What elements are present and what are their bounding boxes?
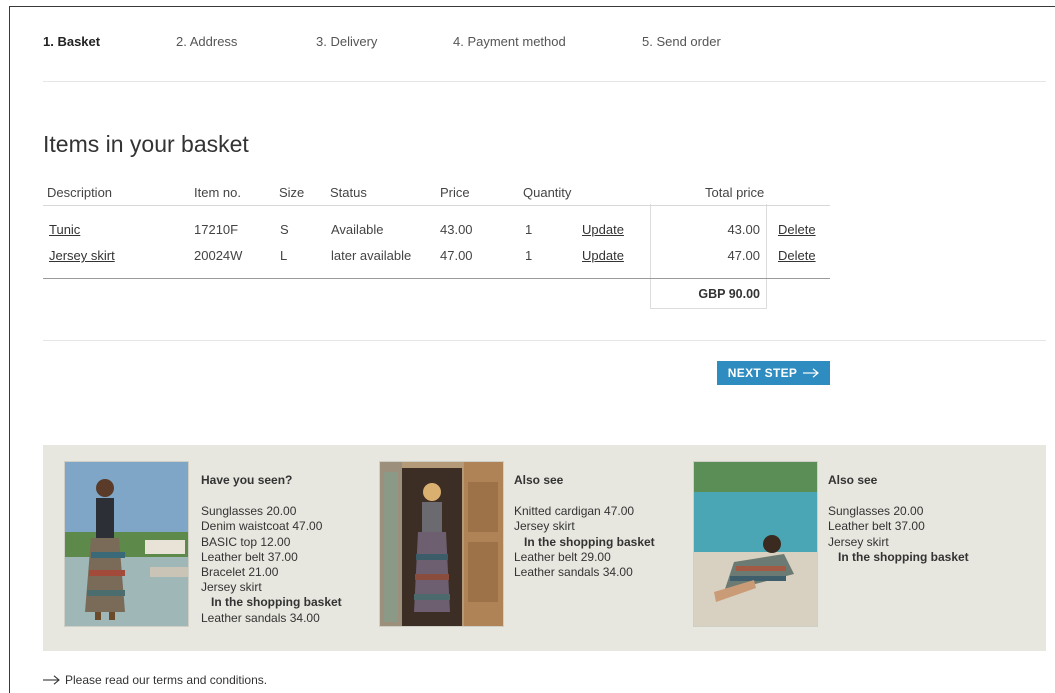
item-status: later available xyxy=(331,248,412,263)
recommendation-heading: Also see xyxy=(514,473,564,487)
terms-link[interactable]: Please read our terms and conditions. xyxy=(43,673,267,687)
model-photo xyxy=(380,462,503,626)
recommendation-heading: Also see xyxy=(828,473,878,487)
step-delivery[interactable]: 3. Delivery xyxy=(316,34,377,49)
item-status: Available xyxy=(331,222,384,237)
header-divider xyxy=(43,205,830,206)
recommendations-panel: Have you seen? Sunglasses 20.00 Denim wa… xyxy=(43,445,1046,651)
item-price: 47.00 xyxy=(440,248,473,263)
list-item[interactable]: Knitted cardigan 47.00 xyxy=(514,504,655,519)
arrow-right-icon xyxy=(803,368,820,378)
update-link[interactable]: Update xyxy=(582,248,624,263)
list-item[interactable]: Leather belt 37.00 xyxy=(201,550,342,565)
list-item[interactable]: Jersey skirt xyxy=(828,535,969,550)
grand-total: GBP 90.00 xyxy=(698,287,760,301)
list-item[interactable]: BASIC top 12.00 xyxy=(201,535,342,550)
product-image[interactable] xyxy=(379,461,504,627)
item-quantity[interactable]: 1 xyxy=(525,248,532,263)
delete-link[interactable]: Delete xyxy=(778,248,816,263)
totals-divider xyxy=(43,278,830,279)
list-item[interactable]: Sunglasses 20.00 xyxy=(201,504,342,519)
next-step-button[interactable]: NEXT STEP xyxy=(717,361,830,385)
product-image[interactable] xyxy=(64,461,189,627)
recommendation-list: Have you seen? Sunglasses 20.00 Denim wa… xyxy=(201,473,342,626)
next-step-label: NEXT STEP xyxy=(727,366,798,380)
page-title: Items in your basket xyxy=(43,131,249,157)
product-image[interactable] xyxy=(693,461,818,627)
list-item[interactable]: Denim waistcoat 47.00 xyxy=(201,519,342,534)
header-size: Size xyxy=(279,185,305,200)
delete-link[interactable]: Delete xyxy=(778,222,816,237)
item-total: 47.00 xyxy=(727,248,760,263)
recommendation-list: Also see Knitted cardigan 47.00 Jersey s… xyxy=(514,473,655,580)
step-basket[interactable]: 1. Basket xyxy=(43,34,100,49)
recommendation-heading: Have you seen? xyxy=(201,473,293,487)
recommendation-list: Also see Sunglasses 20.00 Leather belt 3… xyxy=(828,473,969,565)
update-link[interactable]: Update xyxy=(582,222,624,237)
item-price: 43.00 xyxy=(440,222,473,237)
product-link[interactable]: Tunic xyxy=(49,222,80,237)
header-price: Price xyxy=(440,185,470,200)
step-send-order[interactable]: 5. Send order xyxy=(642,34,721,49)
model-photo xyxy=(65,462,188,626)
item-total: 43.00 xyxy=(727,222,760,237)
terms-label: Please read our terms and conditions. xyxy=(65,673,268,687)
list-item[interactable]: Bracelet 21.00 xyxy=(201,565,342,580)
list-item[interactable]: Jersey skirt xyxy=(201,580,342,595)
arrow-right-icon xyxy=(43,675,60,685)
model-photo xyxy=(694,462,817,626)
header-total-price: Total price xyxy=(705,185,765,200)
list-item[interactable]: Leather belt 37.00 xyxy=(828,519,969,534)
in-basket-note: In the shopping basket xyxy=(524,534,655,549)
list-item[interactable]: Leather sandals 34.00 xyxy=(514,565,655,580)
step-address[interactable]: 2. Address xyxy=(176,34,237,49)
list-item[interactable]: Jersey skirt xyxy=(514,519,655,534)
product-link[interactable]: Jersey skirt xyxy=(49,248,115,263)
header-status: Status xyxy=(330,185,367,200)
list-item[interactable]: Sunglasses 20.00 xyxy=(828,504,969,519)
item-number: 20024W xyxy=(194,248,243,263)
list-item[interactable]: Leather belt 29.00 xyxy=(514,550,655,565)
divider xyxy=(43,340,1046,341)
list-item[interactable]: Leather sandals 34.00 xyxy=(201,611,342,626)
item-number: 17210F xyxy=(194,222,239,237)
item-quantity[interactable]: 1 xyxy=(525,222,532,237)
item-size: L xyxy=(280,248,288,263)
in-basket-note: In the shopping basket xyxy=(211,595,342,610)
item-size: S xyxy=(280,222,289,237)
step-payment-method[interactable]: 4. Payment method xyxy=(453,34,566,49)
divider xyxy=(43,81,1046,82)
header-item-no: Item no. xyxy=(194,185,241,200)
in-basket-note: In the shopping basket xyxy=(838,549,969,564)
header-quantity: Quantity xyxy=(523,185,572,200)
header-description: Description xyxy=(47,185,113,200)
